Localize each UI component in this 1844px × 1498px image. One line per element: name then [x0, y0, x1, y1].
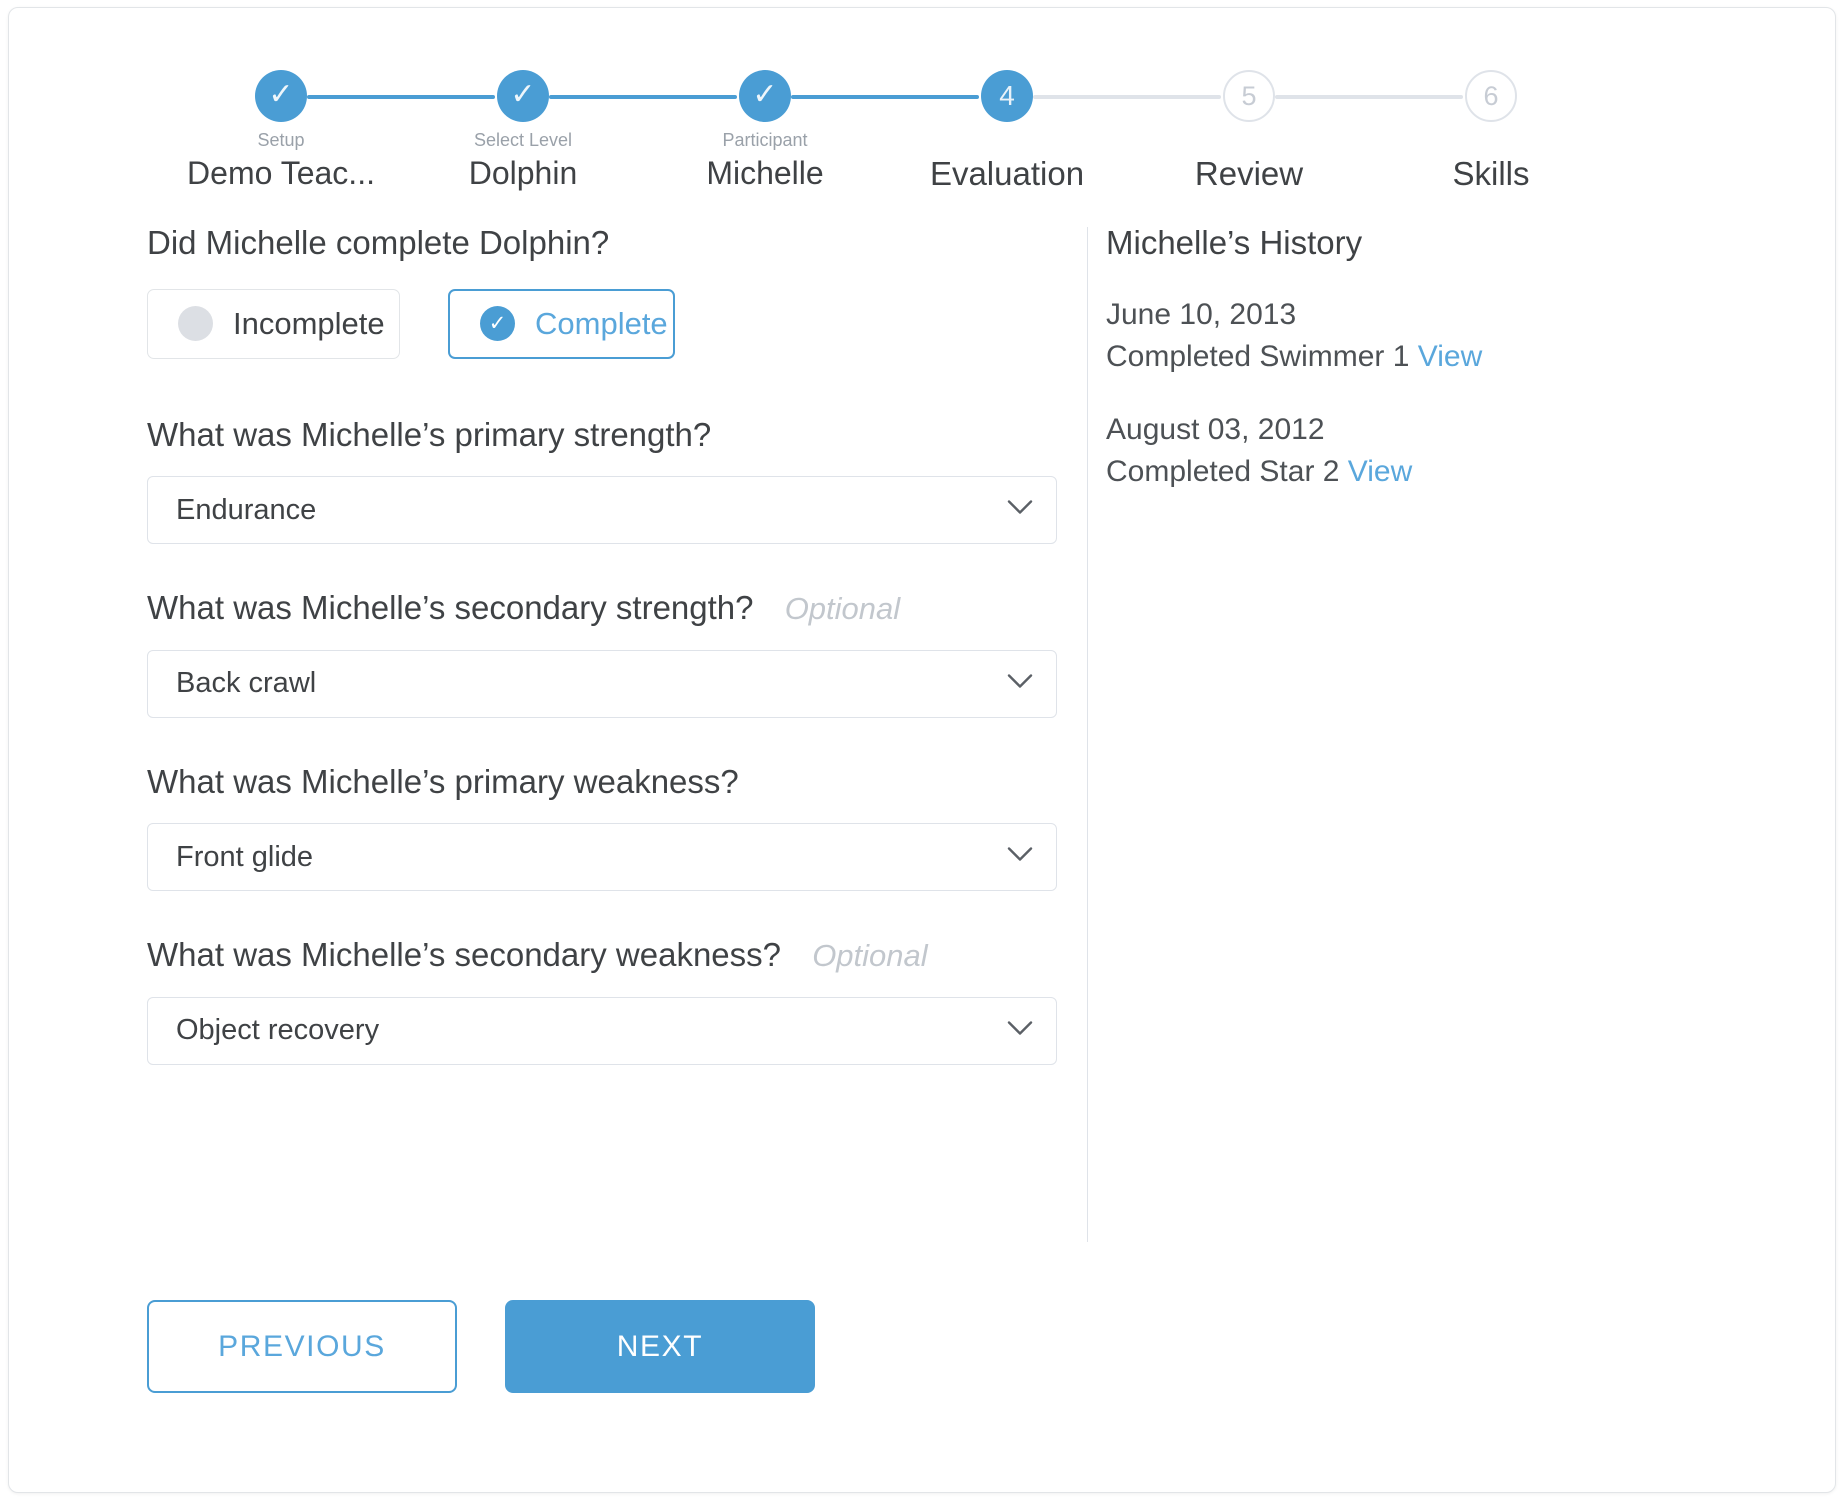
step-4-sublabel: [882, 131, 1132, 153]
primary-weakness-question: What was Michelle’s primary weakness?: [147, 762, 1067, 802]
primary-strength-value: Endurance: [176, 493, 317, 526]
secondary-weakness-value: Object recovery: [176, 1014, 380, 1047]
check-icon: ✓: [268, 78, 294, 111]
history-item: August 03, 2012 Completed Star 2 View: [1106, 410, 1666, 493]
step-5-title: Review: [1194, 155, 1304, 192]
step-5-sublabel: [1124, 131, 1374, 153]
step-5-circle: 5: [1223, 70, 1275, 122]
step-3-sublabel: Participant: [722, 130, 808, 150]
step-3-circle: ✓: [739, 70, 791, 122]
step-review[interactable]: 5 Review: [1124, 70, 1374, 193]
history-item-date: June 10, 2013: [1106, 297, 1297, 331]
step-2-sublabel: Select Level: [473, 130, 573, 150]
step-6-title: Skills: [1452, 155, 1530, 192]
step-evaluation[interactable]: 4 Evaluation: [882, 70, 1132, 193]
secondary-weakness-question: What was Michelle’s secondary weakness? …: [147, 935, 1067, 975]
step-5-number: 5: [1241, 80, 1257, 111]
secondary-weakness-select-wrap: Object recovery: [147, 996, 1057, 1065]
history-item-view-link[interactable]: View: [1418, 340, 1482, 373]
step-setup[interactable]: ✓ Setup Demo Teac...: [156, 70, 406, 192]
step-skills[interactable]: 6 Skills: [1366, 70, 1616, 193]
previous-button[interactable]: PREVIOUS: [147, 1300, 457, 1393]
primary-weakness-field: What was Michelle’s primary weakness? Fr…: [147, 762, 1067, 892]
secondary-weakness-select[interactable]: Object recovery: [147, 996, 1057, 1065]
secondary-strength-question-text: What was Michelle’s secondary strength?: [147, 589, 754, 627]
check-icon: ✓: [510, 78, 536, 111]
history-item-description-text: Completed Swimmer 1: [1106, 340, 1410, 374]
secondary-strength-optional-tag: Optional: [784, 591, 901, 627]
check-icon: ✓: [488, 312, 507, 336]
secondary-weakness-field: What was Michelle’s secondary weakness? …: [147, 935, 1067, 1065]
step-3-title: Michelle: [706, 155, 824, 191]
wizard-stepper: ✓ Setup Demo Teac... ✓ Select Level Dolp…: [179, 70, 1679, 200]
incomplete-label: Incomplete: [233, 305, 385, 341]
step-select-level[interactable]: ✓ Select Level Dolphin: [398, 70, 648, 192]
step-1-circle: ✓: [255, 70, 307, 122]
step-2-title: Dolphin: [468, 155, 578, 191]
history-title: Michelle’s History: [1106, 224, 1363, 261]
incomplete-option[interactable]: Incomplete: [147, 288, 400, 359]
secondary-strength-value: Back crawl: [176, 667, 317, 700]
secondary-strength-select[interactable]: Back crawl: [147, 649, 1057, 718]
step-6-circle: 6: [1465, 70, 1517, 122]
primary-strength-field: What was Michelle’s primary strength? En…: [147, 415, 1067, 545]
history-item-description: Completed Swimmer 1 View: [1106, 337, 1666, 378]
step-4-number: 4: [999, 80, 1015, 111]
step-6-sublabel: [1366, 131, 1616, 153]
radio-unchecked-icon: [178, 306, 213, 342]
completion-toggle-group: Incomplete ✓ Complete: [147, 288, 1067, 359]
radio-checked-icon: ✓: [480, 306, 515, 342]
history-panel: Michelle’s History June 10, 2013 Complet…: [1106, 223, 1666, 493]
history-item-view-link[interactable]: View: [1348, 455, 1412, 488]
evaluation-form: Did Michelle complete Dolphin? Incomplet…: [147, 223, 1067, 1065]
step-participant[interactable]: ✓ Participant Michelle: [640, 70, 890, 192]
app-window: ✓ Setup Demo Teac... ✓ Select Level Dolp…: [8, 7, 1836, 1493]
step-6-number: 6: [1483, 80, 1499, 111]
history-item: June 10, 2013 Completed Swimmer 1 View: [1106, 295, 1666, 378]
primary-weakness-select-wrap: Front glide: [147, 823, 1057, 892]
secondary-weakness-optional-tag: Optional: [812, 938, 928, 974]
check-icon: ✓: [752, 78, 778, 111]
primary-strength-question: What was Michelle’s primary strength?: [147, 415, 1067, 455]
secondary-strength-field: What was Michelle’s secondary strength? …: [147, 588, 1067, 718]
step-1-title: Demo Teac...: [187, 155, 375, 191]
primary-weakness-value: Front glide: [176, 840, 314, 873]
completion-question: Did Michelle complete Dolphin?: [147, 224, 610, 261]
step-1-sublabel: Setup: [257, 130, 305, 150]
secondary-strength-select-wrap: Back crawl: [147, 649, 1057, 718]
primary-strength-select[interactable]: Endurance: [147, 476, 1057, 545]
page-content: Did Michelle complete Dolphin? Incomplet…: [9, 223, 1835, 1488]
secondary-weakness-question-text: What was Michelle’s secondary weakness?: [147, 936, 782, 974]
primary-weakness-select[interactable]: Front glide: [147, 823, 1057, 892]
step-2-circle: ✓: [497, 70, 549, 122]
step-4-title: Evaluation: [929, 155, 1085, 192]
complete-option[interactable]: ✓ Complete: [448, 288, 675, 359]
primary-strength-select-wrap: Endurance: [147, 476, 1057, 545]
complete-label: Complete: [535, 305, 668, 341]
primary-strength-question-text: What was Michelle’s primary strength?: [147, 415, 712, 453]
next-button[interactable]: NEXT: [505, 1300, 815, 1393]
vertical-divider: [1087, 227, 1088, 1242]
form-actions: PREVIOUS NEXT: [147, 1300, 815, 1393]
history-item-date: August 03, 2012: [1106, 412, 1325, 446]
history-item-description: Completed Star 2 View: [1106, 452, 1666, 493]
primary-weakness-question-text: What was Michelle’s primary weakness?: [147, 762, 739, 800]
history-item-description-text: Completed Star 2: [1106, 455, 1340, 489]
step-4-circle: 4: [981, 70, 1033, 122]
secondary-strength-question: What was Michelle’s secondary strength? …: [147, 588, 1067, 628]
